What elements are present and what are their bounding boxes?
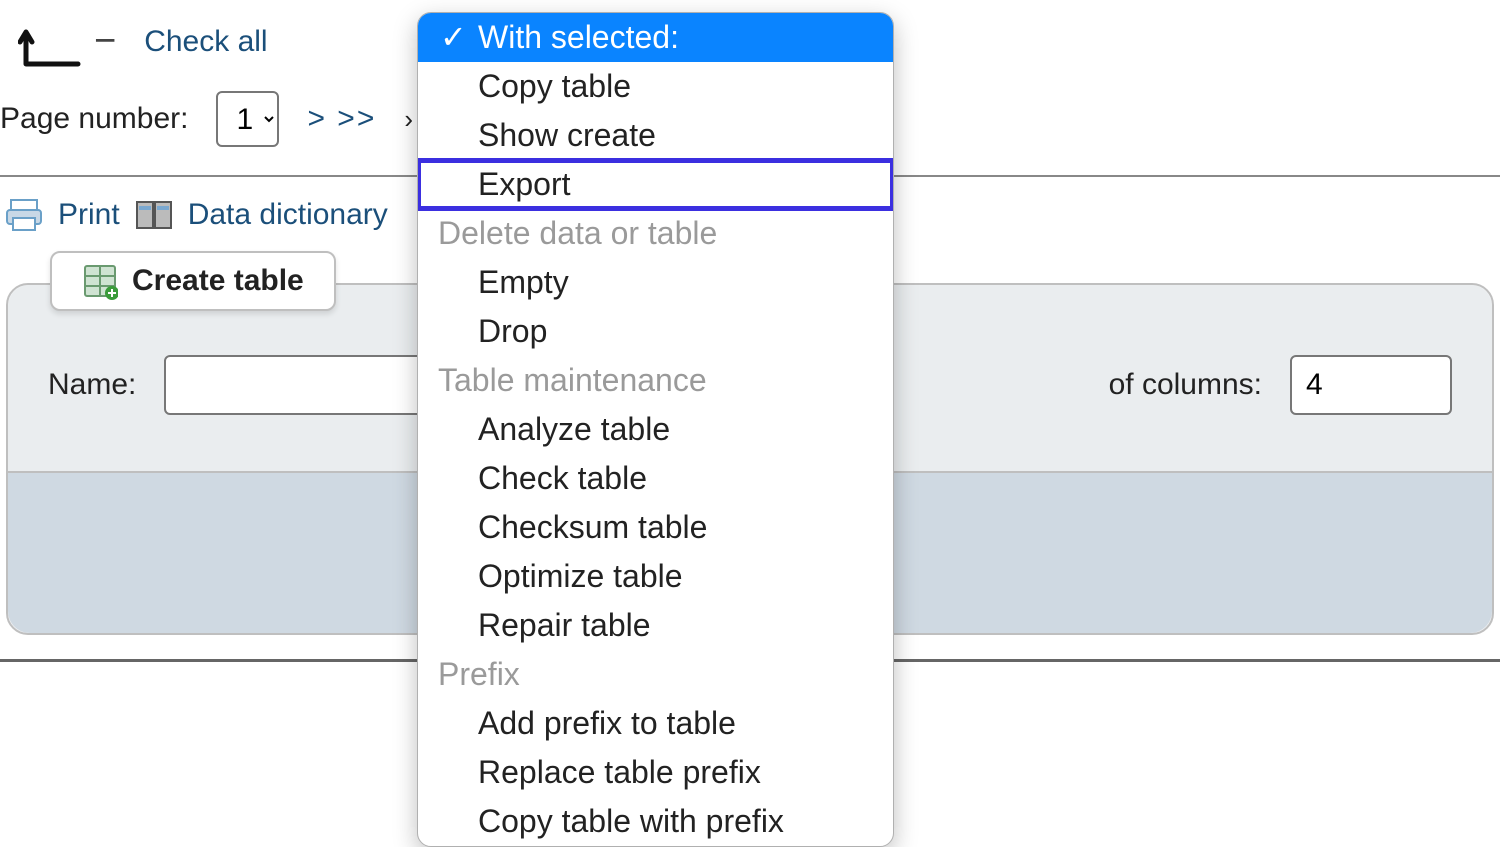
dropdown-empty[interactable]: Empty	[418, 258, 893, 307]
chevron-right-icon[interactable]: ›	[404, 104, 413, 135]
check-all-link[interactable]: Check all	[144, 25, 267, 59]
create-table-icon	[82, 263, 118, 299]
dropdown-optimize[interactable]: Optimize table	[418, 552, 893, 601]
name-label: Name:	[48, 368, 136, 402]
create-table-legend: Create table	[50, 251, 336, 311]
dropdown-repair[interactable]: Repair table	[418, 601, 893, 650]
dropdown-replace-prefix[interactable]: Replace table prefix	[418, 748, 893, 797]
with-selected-dropdown[interactable]: With selected: Copy table Show create Ex…	[417, 12, 894, 847]
dropdown-header[interactable]: With selected:	[418, 13, 893, 62]
print-icon	[4, 195, 44, 235]
dropdown-show-create[interactable]: Show create	[418, 111, 893, 160]
dropdown-copy-prefix[interactable]: Copy table with prefix	[418, 797, 893, 846]
data-dictionary-icon	[134, 195, 174, 235]
dropdown-copy-table[interactable]: Copy table	[418, 62, 893, 111]
dropdown-add-prefix[interactable]: Add prefix to table	[418, 699, 893, 748]
page-number-select[interactable]: 1	[216, 91, 279, 147]
dropdown-export[interactable]: Export	[418, 160, 893, 209]
select-arrow-icon	[18, 22, 66, 62]
page-number-label: Page number:	[0, 102, 188, 136]
dropdown-group-delete: Delete data or table	[418, 209, 893, 258]
next-page-link[interactable]: > >>	[307, 102, 376, 136]
dropdown-checksum[interactable]: Checksum table	[418, 503, 893, 552]
uncheck-icon[interactable]: −	[94, 20, 116, 63]
dropdown-group-maintenance: Table maintenance	[418, 356, 893, 405]
num-columns-label: of columns:	[1109, 368, 1262, 402]
dropdown-analyze[interactable]: Analyze table	[418, 405, 893, 454]
dropdown-drop[interactable]: Drop	[418, 307, 893, 356]
create-table-legend-text: Create table	[132, 264, 304, 298]
data-dictionary-link[interactable]: Data dictionary	[188, 198, 388, 232]
print-link[interactable]: Print	[58, 198, 120, 232]
dropdown-group-prefix: Prefix	[418, 650, 893, 699]
num-columns-input[interactable]	[1290, 355, 1452, 415]
dropdown-check[interactable]: Check table	[418, 454, 893, 503]
